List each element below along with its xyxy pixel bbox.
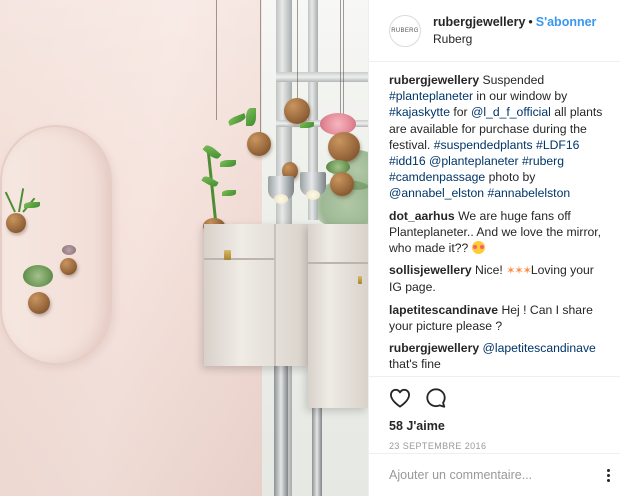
like-button[interactable]: [389, 387, 411, 409]
comment-item: lapetitescandinave Hej ! Can I share you…: [389, 302, 608, 334]
add-comment-bar: [369, 453, 620, 496]
display-cabinet: [204, 224, 310, 366]
location-link[interactable]: Ruberg: [433, 31, 596, 48]
sparkles-emoji-icon: ✶✶✶: [506, 265, 532, 278]
separator-dot: •: [528, 14, 533, 29]
pendant-lamp: [300, 172, 326, 200]
display-cabinet: [308, 224, 368, 408]
mention-link[interactable]: @l_d_f_official: [471, 105, 551, 119]
comment-username[interactable]: lapetitescandinave: [389, 303, 498, 317]
avatar[interactable]: RUBERG: [389, 14, 421, 47]
hashtag-link[interactable]: #LDF16: [536, 138, 579, 152]
comment-username[interactable]: sollisjewellery: [389, 263, 472, 277]
more-options-icon[interactable]: [607, 469, 613, 482]
post-date[interactable]: 23 SEPTEMBRE 2016: [389, 441, 609, 451]
oval-mirror: [0, 125, 112, 365]
caption-text: Suspended #planteplaneter in our window …: [389, 73, 602, 200]
hashtag-link[interactable]: #idd16: [389, 154, 426, 168]
caption: rubergjewellery Suspended #planteplanete…: [389, 72, 608, 202]
pendant-lamp: [268, 176, 294, 204]
comment-text: Nice!: [475, 263, 507, 278]
header-username[interactable]: rubergjewellery: [433, 15, 525, 29]
caption-text-segment: photo by: [485, 170, 536, 185]
comment-username[interactable]: rubergjewellery: [389, 341, 479, 355]
comment-item: sollisjewellery Nice! ✶✶✶Loving your IG …: [389, 262, 608, 295]
hashtag-link[interactable]: #annabelelston: [487, 186, 570, 200]
post-actions: 58 J'aime 23 SEPTEMBRE 2016: [369, 376, 620, 451]
likes-count[interactable]: 58 J'aime: [389, 419, 609, 433]
caption-text-segment: for: [449, 105, 471, 120]
post-header: RUBERG rubergjewellery • S'abonner Ruberg: [369, 0, 620, 62]
heart-eyes-emoji-icon: [471, 241, 485, 255]
mention-link[interactable]: @lapetitescandinave: [482, 341, 595, 355]
follow-button[interactable]: S'abonner: [536, 15, 597, 29]
mention-link[interactable]: @planteplaneter: [429, 154, 519, 168]
instagram-post: RUBERG rubergjewellery • S'abonner Ruberg …: [0, 0, 620, 496]
comments-list: rubergjewellery Suspended #planteplanete…: [369, 62, 620, 377]
caption-text-segment: in our window by: [473, 89, 568, 104]
comment-input[interactable]: [389, 468, 579, 482]
post-photo[interactable]: [0, 0, 368, 496]
comment-button[interactable]: [425, 387, 447, 409]
hashtag-link[interactable]: #planteplaneter: [389, 89, 473, 103]
comment-text: that's fine: [389, 357, 441, 372]
comment-bubble-icon: [426, 388, 446, 408]
hashtag-link[interactable]: #kajaskytte: [389, 105, 450, 119]
post-side-panel: RUBERG rubergjewellery • S'abonner Ruberg …: [368, 0, 620, 496]
comment-username[interactable]: dot_aarhus: [389, 209, 455, 223]
mention-link[interactable]: @annabel_elston: [389, 186, 484, 200]
comment-item: rubergjewellery @lapetitescandinave that…: [389, 340, 608, 372]
hashtag-link[interactable]: #suspendedplants: [434, 138, 533, 152]
hashtag-link[interactable]: #camdenpassage: [389, 170, 485, 184]
heart-outline-icon: [389, 388, 410, 408]
comment-item: dot_aarhus We are huge fans off Plantepl…: [389, 208, 608, 257]
hashtag-link[interactable]: #ruberg: [522, 154, 564, 168]
caption-username[interactable]: rubergjewellery: [389, 73, 479, 87]
caption-text-segment: Suspended: [482, 73, 545, 87]
